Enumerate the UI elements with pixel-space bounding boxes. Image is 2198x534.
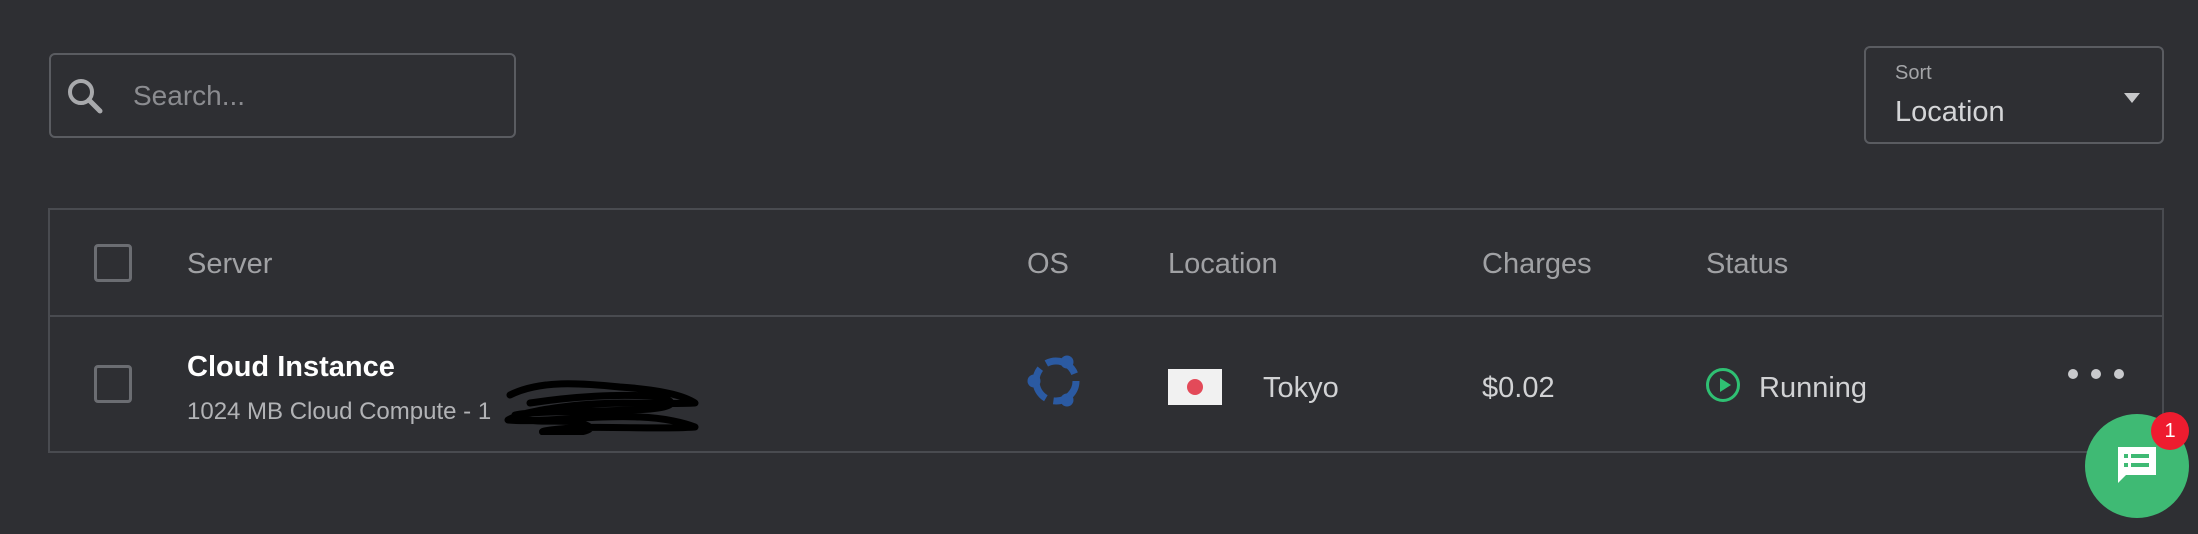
search-input[interactable] bbox=[131, 78, 495, 113]
dot bbox=[2091, 369, 2101, 379]
search-box[interactable] bbox=[49, 53, 516, 138]
dot bbox=[2068, 369, 2078, 379]
dot bbox=[2114, 369, 2124, 379]
caret-down-icon bbox=[2124, 93, 2140, 103]
sort-select[interactable]: Sort Location bbox=[1864, 46, 2164, 144]
select-all-checkbox[interactable] bbox=[94, 244, 132, 282]
notification-badge: 1 bbox=[2151, 412, 2189, 450]
server-status: Running bbox=[1759, 372, 1868, 404]
japan-flag-icon bbox=[1168, 369, 1222, 405]
flag-sun-dot bbox=[1187, 379, 1203, 395]
play-triangle bbox=[1719, 378, 1731, 392]
column-header-status[interactable]: Status bbox=[1706, 248, 1788, 281]
column-header-os[interactable]: OS bbox=[1027, 248, 1069, 281]
play-circle-icon bbox=[1706, 368, 1740, 402]
server-charges: $0.02 bbox=[1482, 372, 1555, 404]
sort-label: Sort bbox=[1895, 62, 1932, 84]
table-header: Server OS Location Charges Status bbox=[50, 210, 2162, 317]
column-header-location[interactable]: Location bbox=[1168, 248, 1278, 281]
server-table: Server OS Location Charges Status Cloud … bbox=[48, 208, 2164, 453]
server-description: 1024 MB Cloud Compute - 1 bbox=[187, 398, 492, 425]
table-row[interactable]: Cloud Instance 1024 MB Cloud Compute - 1… bbox=[50, 317, 2162, 453]
more-options-icon[interactable] bbox=[2068, 361, 2124, 387]
chat-icon bbox=[2118, 447, 2156, 483]
column-header-charges[interactable]: Charges bbox=[1482, 248, 1592, 281]
search-icon bbox=[65, 76, 105, 116]
ubuntu-logo-icon bbox=[1027, 355, 1080, 407]
row-checkbox[interactable] bbox=[94, 365, 132, 403]
redaction-scribble-icon bbox=[504, 380, 699, 435]
column-header-server[interactable]: Server bbox=[187, 248, 272, 281]
server-location: Tokyo bbox=[1263, 372, 1339, 404]
sort-selected-value: Location bbox=[1895, 96, 2005, 128]
page: Sort Location Server OS Location Charges… bbox=[0, 0, 2198, 534]
server-name-link[interactable]: Cloud Instance bbox=[187, 351, 395, 384]
